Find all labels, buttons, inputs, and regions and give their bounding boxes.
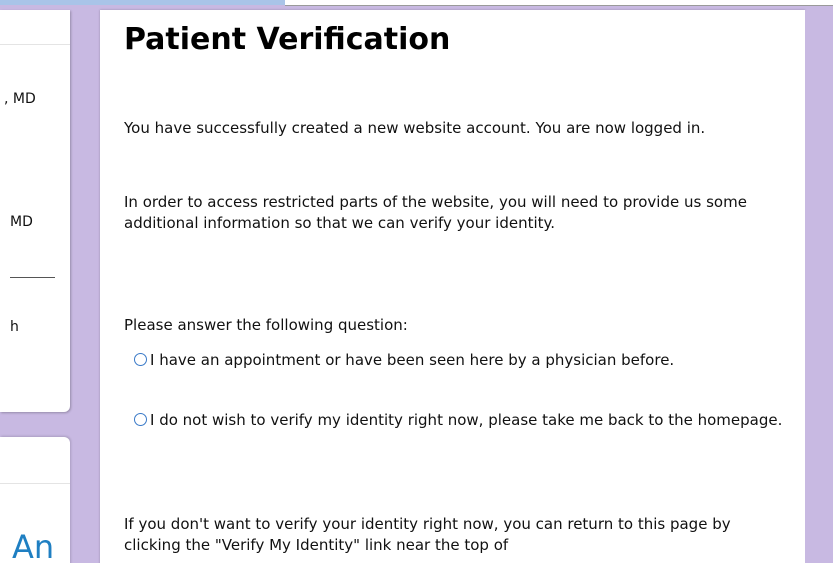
- top-bar: [0, 0, 285, 5]
- right-margin: [805, 10, 833, 563]
- sidebar-rule: [10, 277, 55, 278]
- sidebar-heading: An: [12, 528, 55, 563]
- radio-appointment[interactable]: [134, 353, 147, 366]
- option-appointment-label[interactable]: I have an appointment or have been seen …: [150, 351, 674, 369]
- top-divider: [285, 5, 833, 6]
- main-content: Patient Verification You have successful…: [100, 10, 805, 563]
- radio-skip[interactable]: [134, 413, 147, 426]
- sidebar-divider-2: [0, 483, 70, 484]
- option-appointment[interactable]: I have an appointment or have been seen …: [124, 350, 789, 371]
- sidebar-doctor-1[interactable]: , MD: [4, 91, 36, 107]
- sidebar-card: , MD MD h: [0, 10, 70, 412]
- page-title: Patient Verification: [124, 22, 451, 57]
- verification-intro: In order to access restricted parts of t…: [124, 193, 747, 232]
- sidebar-link-text[interactable]: h: [10, 319, 19, 335]
- page: , MD MD h An Patient Verification You ha…: [0, 0, 833, 563]
- option-skip[interactable]: I do not wish to verify my identity righ…: [124, 410, 789, 431]
- sidebar-divider: [0, 44, 70, 45]
- sidebar-doctor-2[interactable]: MD: [10, 214, 33, 230]
- success-message: You have successfully created a new webs…: [124, 119, 706, 137]
- option-skip-label[interactable]: I do not wish to verify my identity righ…: [150, 411, 782, 429]
- return-info: If you don't want to verify your identit…: [124, 515, 731, 554]
- question-text: Please answer the following question:: [124, 316, 408, 334]
